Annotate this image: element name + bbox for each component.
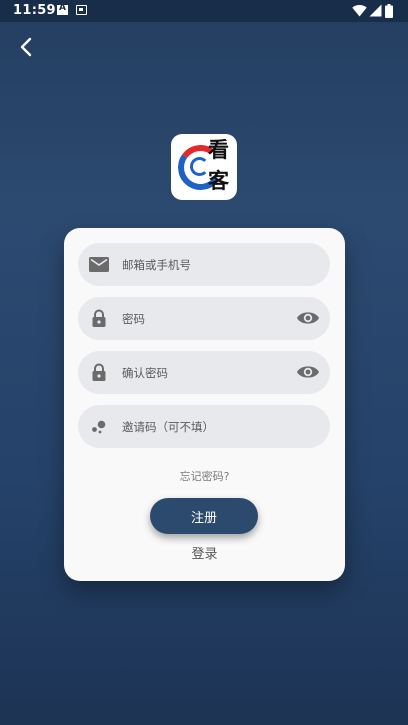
confirm-password-input[interactable] bbox=[122, 351, 282, 394]
login-link[interactable]: 登录 bbox=[64, 543, 345, 562]
chevron-left-icon bbox=[20, 37, 32, 57]
email-field[interactable] bbox=[78, 243, 330, 286]
eye-icon[interactable] bbox=[296, 362, 320, 382]
forgot-password-link[interactable]: 忘记密码? bbox=[64, 468, 345, 484]
mail-icon bbox=[89, 257, 109, 272]
password-field[interactable] bbox=[78, 297, 330, 340]
lock-icon bbox=[92, 363, 106, 381]
logo-inner-shape bbox=[190, 157, 209, 176]
status-time: 11:59 bbox=[13, 3, 56, 18]
register-button[interactable]: 注册 bbox=[150, 498, 258, 534]
signal-icon bbox=[369, 4, 382, 17]
back-button[interactable] bbox=[10, 34, 40, 60]
app-logo: 看 客 bbox=[171, 134, 237, 200]
invite-code-field[interactable] bbox=[78, 405, 330, 448]
lock-icon bbox=[92, 309, 106, 327]
logo-char-kan: 看 bbox=[208, 137, 229, 162]
invite-code-input[interactable] bbox=[122, 405, 282, 448]
eye-icon[interactable] bbox=[296, 308, 320, 328]
password-input[interactable] bbox=[122, 297, 282, 340]
logo-char-ke: 客 bbox=[208, 168, 229, 193]
notification-box-icon bbox=[76, 5, 87, 15]
status-bar: 11:59 bbox=[0, 0, 408, 22]
notification-a-icon bbox=[57, 3, 68, 15]
email-input[interactable] bbox=[122, 243, 282, 286]
wifi-icon bbox=[352, 5, 367, 17]
confirm-password-field[interactable] bbox=[78, 351, 330, 394]
invite-icon bbox=[92, 420, 106, 434]
battery-icon bbox=[385, 4, 393, 18]
register-card: 忘记密码? 注册 登录 bbox=[64, 228, 345, 581]
